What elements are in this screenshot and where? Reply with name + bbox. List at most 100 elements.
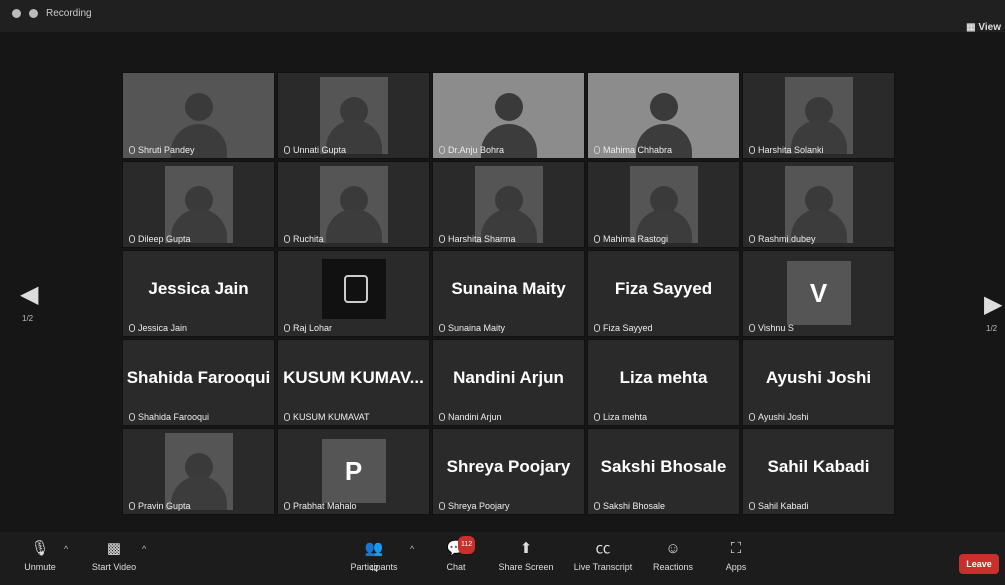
recording-label: Recording bbox=[46, 8, 92, 19]
muted-mic-icon bbox=[594, 413, 600, 421]
participant-name: KUSUM KUMAVAT bbox=[293, 412, 370, 422]
participant-tile[interactable]: Harshita Sharma bbox=[432, 161, 585, 248]
meeting-top-bar: Recording ▦ View bbox=[0, 0, 1005, 33]
participant-tile[interactable]: Dileep Gupta bbox=[122, 161, 275, 248]
participant-tile[interactable]: Ayushi Joshi Ayushi Joshi bbox=[742, 339, 895, 426]
next-page-arrow-icon[interactable]: ▶ bbox=[984, 290, 1002, 319]
participant-name-label: KUSUM KUMAVAT bbox=[284, 412, 370, 422]
participant-tile[interactable]: Mahima Rastogi bbox=[587, 161, 740, 248]
participant-tile[interactable]: Pravin Gupta bbox=[122, 428, 275, 515]
participant-tile[interactable]: Dr.Anju Bohra bbox=[432, 72, 585, 159]
participant-name-label: Unnati Gupta bbox=[284, 145, 346, 155]
muted-mic-icon bbox=[129, 502, 135, 510]
participants-options-caret-icon[interactable]: ^ bbox=[410, 544, 414, 554]
participant-tile[interactable]: V Vishnu S bbox=[742, 250, 895, 337]
participant-name-label: Mahima Rastogi bbox=[594, 234, 668, 244]
participant-name: Shahida Farooqui bbox=[138, 412, 210, 422]
participant-tile[interactable]: Fiza Sayyed Fiza Sayyed bbox=[587, 250, 740, 337]
participant-video bbox=[320, 166, 388, 243]
participant-tile[interactable]: Ruchita bbox=[277, 161, 430, 248]
participant-tile[interactable]: Shreya Poojary Shreya Poojary bbox=[432, 428, 585, 515]
participant-tile[interactable]: Nandini Arjun Nandini Arjun bbox=[432, 339, 585, 426]
participant-name-label: Dr.Anju Bohra bbox=[439, 145, 504, 155]
participant-name: Shreya Poojary bbox=[448, 501, 510, 511]
muted-mic-icon bbox=[749, 413, 755, 421]
share-screen-button[interactable]: ⬆ Share Screen bbox=[496, 540, 556, 572]
participant-name: Jessica Jain bbox=[138, 323, 188, 333]
muted-mic-icon bbox=[129, 413, 135, 421]
participant-tile[interactable]: Mahima Chhabra bbox=[587, 72, 740, 159]
reactions-button[interactable]: ☺ Reactions bbox=[648, 540, 698, 572]
participants-button[interactable]: 👥42 Participants bbox=[344, 540, 404, 573]
meeting-toolbar: 🎙 Unmute ^ ▩ Start Video ^ 👥42 Participa… bbox=[0, 532, 1005, 585]
participant-tile[interactable]: Jessica Jain Jessica Jain bbox=[122, 250, 275, 337]
participant-display-name: Liza mehta bbox=[619, 368, 708, 387]
participant-display-name: KUSUM KUMAV... bbox=[283, 368, 424, 387]
participant-tile[interactable]: Rashmi dubey bbox=[742, 161, 895, 248]
participant-name-label: Ayushi Joshi bbox=[749, 412, 808, 422]
participant-tile[interactable]: Liza mehta Liza mehta bbox=[587, 339, 740, 426]
participant-name: Fiza Sayyed bbox=[603, 323, 653, 333]
unmute-label: Unmute bbox=[24, 562, 56, 572]
muted-mic-icon bbox=[439, 324, 445, 332]
participant-grid: Shruti Pandey Unnati Gupta Dr.Anju Bohra Ma… bbox=[122, 72, 900, 518]
participant-tile[interactable]: Raj Lohar bbox=[277, 250, 430, 337]
participant-display-name: Shreya Poojary bbox=[446, 457, 571, 476]
muted-mic-icon bbox=[439, 413, 445, 421]
start-video-button[interactable]: ▩ Start Video bbox=[86, 540, 142, 572]
participant-video bbox=[320, 77, 388, 154]
reactions-label: Reactions bbox=[652, 562, 694, 572]
participant-name: Harshita Sharma bbox=[448, 234, 516, 244]
profile-logo-icon bbox=[344, 275, 368, 303]
participant-name-label: Vishnu S bbox=[749, 323, 794, 333]
participant-name: Nandini Arjun bbox=[448, 412, 502, 422]
participant-tile[interactable]: Shruti Pandey bbox=[122, 72, 275, 159]
participant-name: Prabhat Mahalo bbox=[293, 501, 357, 511]
right-page-indicator: 1/2 bbox=[986, 324, 998, 333]
muted-mic-icon bbox=[749, 502, 755, 510]
video-options-caret-icon[interactable]: ^ bbox=[142, 544, 146, 554]
participant-name: Sakshi Bhosale bbox=[603, 501, 666, 511]
apps-button[interactable]: ⛶ Apps bbox=[716, 540, 756, 572]
participant-tile[interactable]: Sunaina Maity Sunaina Maity bbox=[432, 250, 585, 337]
muted-mic-icon bbox=[749, 235, 755, 243]
participant-tile[interactable]: KUSUM KUMAV... KUSUM KUMAVAT bbox=[277, 339, 430, 426]
participant-name-label: Rashmi dubey bbox=[749, 234, 816, 244]
previous-page-arrow-icon[interactable]: ◀ bbox=[20, 280, 38, 309]
recording-indicator: Recording bbox=[12, 8, 92, 19]
leave-button[interactable]: Leave bbox=[959, 554, 999, 574]
participant-display-name: Nandini Arjun bbox=[453, 368, 564, 387]
participant-tile[interactable]: Sakshi Bhosale Sakshi Bhosale bbox=[587, 428, 740, 515]
chat-button[interactable]: 💬 112 Chat bbox=[438, 536, 476, 572]
participant-name: Dileep Gupta bbox=[138, 234, 191, 244]
participants-icon: 👥42 bbox=[364, 540, 384, 573]
audio-options-caret-icon[interactable]: ^ bbox=[64, 544, 68, 554]
live-transcript-button[interactable]: ㏄ Live Transcript bbox=[568, 540, 638, 572]
participant-display-name: Jessica Jain bbox=[148, 279, 249, 298]
participant-video bbox=[630, 166, 698, 243]
participant-tile[interactable]: P Prabhat Mahalo bbox=[277, 428, 430, 515]
participant-name-label: Fiza Sayyed bbox=[594, 323, 653, 333]
share-screen-label: Share Screen bbox=[498, 562, 554, 572]
participant-name-label: Ruchita bbox=[284, 234, 324, 244]
unmute-button[interactable]: 🎙 Unmute bbox=[20, 540, 60, 572]
muted-mic-icon bbox=[439, 502, 445, 510]
participant-name: Mahima Chhabra bbox=[603, 145, 673, 155]
shield-icon bbox=[12, 9, 21, 18]
share-screen-icon: ⬆ bbox=[519, 540, 533, 557]
participant-name-label: Dileep Gupta bbox=[129, 234, 191, 244]
muted-mic-icon bbox=[594, 324, 600, 332]
participant-tile[interactable]: Unnati Gupta bbox=[277, 72, 430, 159]
recording-icon bbox=[29, 9, 38, 18]
participants-label: Participants bbox=[350, 562, 398, 572]
participant-name: Harshita Solanki bbox=[758, 145, 824, 155]
participant-tile[interactable]: Shahida Farooqui Shahida Farooqui bbox=[122, 339, 275, 426]
muted-microphone-icon: 🎙 bbox=[30, 540, 50, 557]
participant-tile[interactable]: Sahil Kabadi Sahil Kabadi bbox=[742, 428, 895, 515]
participant-name: Sahil Kabadi bbox=[758, 501, 809, 511]
participant-name-label: Sakshi Bhosale bbox=[594, 501, 665, 511]
apps-label: Apps bbox=[725, 562, 747, 572]
participant-tile[interactable]: Harshita Solanki bbox=[742, 72, 895, 159]
participant-name: Vishnu S bbox=[758, 323, 794, 333]
participant-video bbox=[785, 77, 853, 154]
